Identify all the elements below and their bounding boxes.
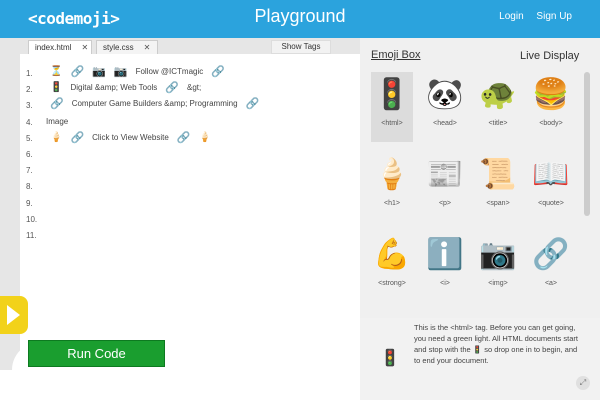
run-code-button[interactable]: Run Code: [28, 340, 165, 367]
link-icon: 🔗: [70, 131, 85, 144]
link-icon: 🔗: [176, 131, 191, 144]
close-icon[interactable]: ✕: [81, 43, 88, 52]
emoji-cell[interactable]: 🍔 <body>: [530, 72, 572, 142]
link-icon: 🔗: [50, 97, 64, 110]
emoji-label: <h1>: [384, 200, 400, 207]
hourglass-icon: ⏳: [50, 65, 63, 77]
header-nav: Login Sign Up: [489, 11, 572, 22]
camera-icon: 📷: [113, 65, 128, 78]
traffic-light-icon: 🚦: [380, 350, 400, 367]
traffic-light-icon: 🚦: [50, 81, 63, 93]
collapse-icon[interactable]: ⤢: [576, 376, 590, 390]
play-tab[interactable]: [0, 296, 28, 334]
emoji-label: <head>: [433, 120, 457, 127]
top-header: <codemoji> Playground Login Sign Up: [0, 0, 600, 38]
emoji-label: <span>: [486, 200, 510, 207]
ice-cream-icon: 🍦: [198, 131, 211, 143]
play-icon: [7, 305, 20, 325]
link-icon: 🔗: [165, 81, 180, 94]
emoji-box-tab[interactable]: Emoji Box: [371, 49, 421, 61]
emoji-cell[interactable]: 📖 <quote>: [530, 152, 572, 222]
emoji-label: <quote>: [538, 200, 564, 207]
login-link[interactable]: Login: [499, 11, 523, 22]
emoji-label: <p>: [438, 200, 452, 207]
link-icon: 🔗: [70, 65, 85, 78]
emoji-label: <strong>: [378, 280, 406, 287]
tab-style-css[interactable]: style.css ✕: [96, 40, 158, 54]
code-text: Digital &amp; Web Tools: [70, 82, 158, 92]
scroll-icon: 📜: [479, 158, 517, 191]
emoji-cell[interactable]: 📷 <img>: [477, 232, 519, 302]
emoji-cell[interactable]: 🐼 <head>: [424, 72, 466, 142]
code-line-4[interactable]: Image: [46, 114, 68, 128]
emoji-label: <img>: [488, 280, 508, 287]
emoji-cell[interactable]: 🚦 <html>: [371, 72, 413, 142]
ice-cream-icon: 🍦: [373, 158, 411, 191]
link-icon: 🔗: [532, 238, 570, 271]
tab-label: style.css: [103, 43, 134, 52]
newspaper-icon: 📰: [426, 158, 464, 191]
show-tags-button[interactable]: Show Tags: [271, 40, 331, 54]
emoji-label: <html>: [381, 120, 403, 127]
camera-icon: 📷: [92, 65, 106, 78]
live-display-tab[interactable]: Live Display: [520, 50, 579, 62]
emoji-label: <title>: [488, 120, 508, 127]
tab-label: index.html: [35, 43, 72, 52]
emoji-cell[interactable]: 📜 <span>: [477, 152, 519, 222]
emoji-cell[interactable]: 🍦 <h1>: [371, 152, 413, 222]
code-text: Computer Game Builders &amp; Programming: [71, 98, 238, 108]
emoji-cell[interactable]: 🔗 <a>: [530, 232, 572, 302]
emoji-label: <body>: [539, 120, 563, 127]
code-line-5[interactable]: 🍦 🔗 Click to View Website 🔗 🍦: [50, 130, 211, 144]
ice-cream-icon: 🍦: [50, 131, 63, 143]
code-text: Follow @ICTmagic: [135, 66, 204, 76]
panda-icon: 🐼: [426, 78, 464, 111]
emoji-cell[interactable]: ℹ️ <i>: [424, 232, 466, 302]
code-line-2[interactable]: 🚦 Digital &amp; Web Tools 🔗 &gt;: [50, 80, 201, 94]
link-icon: 🔗: [211, 65, 225, 78]
emoji-scrollbar[interactable]: [584, 72, 590, 216]
tab-index-html[interactable]: index.html ✕: [28, 40, 92, 54]
code-line-3[interactable]: 🔗 Computer Game Builders &amp; Programmi…: [50, 96, 259, 110]
traffic-light-icon: 🚦: [373, 78, 411, 111]
signup-link[interactable]: Sign Up: [536, 11, 572, 22]
info-icon: ℹ️: [426, 238, 464, 271]
code-line-1[interactable]: ⏳ 🔗 📷 📷 Follow @ICTmagic 🔗: [50, 64, 225, 78]
muscle-icon: 💪: [373, 238, 411, 271]
emoji-label: <a>: [544, 280, 558, 287]
code-text: &gt;: [187, 82, 202, 92]
emoji-cell[interactable]: 💪 <strong>: [371, 232, 413, 302]
line-numbers: 1. 2. 3. 4. 5. 6. 7. 8. 9. 10. 11.: [26, 69, 38, 241]
link-icon: 🔗: [245, 97, 260, 110]
emoji-label: <i>: [440, 280, 450, 287]
emoji-cell[interactable]: 📰 <p>: [424, 152, 466, 222]
book-icon: 📖: [532, 158, 570, 191]
camera-icon: 📷: [479, 238, 517, 271]
emoji-cell[interactable]: 🐢 <title>: [477, 72, 519, 142]
code-text: Click to View Website: [92, 132, 169, 142]
turtle-icon: 🐢: [479, 78, 517, 111]
code-text: Image: [46, 116, 69, 126]
tag-description: This is the <html> tag. Before you can g…: [414, 323, 578, 365]
burger-icon: 🍔: [532, 78, 570, 111]
close-icon[interactable]: ✕: [144, 43, 151, 52]
